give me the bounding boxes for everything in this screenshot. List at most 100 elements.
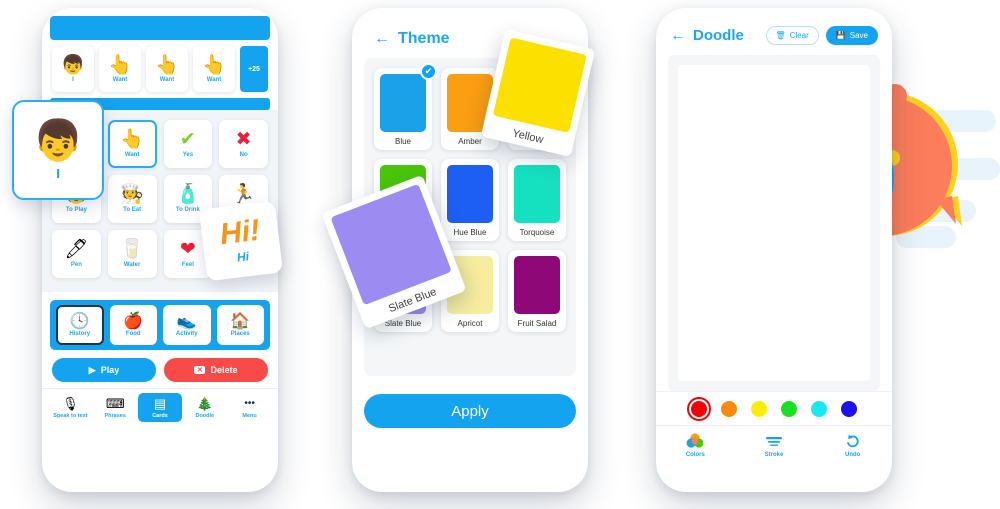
doodle-canvas-area xyxy=(668,55,880,391)
undo-arrow-icon xyxy=(846,434,859,448)
theme-swatch-fruit-salad[interactable]: Fruit Salad xyxy=(508,250,566,332)
floating-avatar-card[interactable]: 👦 I xyxy=(12,100,104,200)
doodle-header: ← Doodle 🗑 Clear 💾 Save xyxy=(656,8,892,55)
clock-history-icon: 🕓 xyxy=(69,313,90,330)
heart-icon: ❤ xyxy=(179,239,196,260)
tab-speak-to-text[interactable]: 🎙 Speak to text xyxy=(48,393,93,422)
theme-swatch-torquoise[interactable]: Torquoise xyxy=(508,159,566,241)
clear-button[interactable]: 🗑 Clear xyxy=(765,26,819,45)
save-button[interactable]: 💾 Save xyxy=(825,26,878,45)
grid-cell-label: To Play xyxy=(65,207,87,213)
stroke-lines-icon xyxy=(766,437,782,446)
color-palette-row xyxy=(656,391,892,425)
grid-cell-no[interactable]: ✖ No xyxy=(219,120,268,168)
color-dot-red[interactable] xyxy=(691,401,707,417)
tool-colors[interactable]: Colors xyxy=(656,433,735,458)
running-person-icon: 🏃 xyxy=(231,184,256,205)
grid-cell-label: Pen xyxy=(70,262,82,268)
tab-label: Cards xyxy=(152,413,168,419)
color-dot-cyan[interactable] xyxy=(811,401,827,417)
drawing-canvas[interactable] xyxy=(678,65,870,381)
clear-label: Clear xyxy=(789,31,809,40)
category-row: 🕓 History 🍎 Food 👟 Activity 🏠 Places xyxy=(50,300,270,350)
check-icon: ✔ xyxy=(420,63,437,80)
color-dot-green[interactable] xyxy=(781,401,797,417)
delete-button[interactable]: ✕ Delete xyxy=(164,358,268,382)
pen-icon: 🖊 xyxy=(64,239,89,260)
sentence-strip[interactable]: 👦 I 👆 Want 👆 Want 👆 Want +25 xyxy=(42,40,278,98)
strip-card-label: Want xyxy=(159,76,175,83)
strip-card[interactable]: 👆 Want xyxy=(193,46,235,92)
eating-person-icon: 🧑‍🍳 xyxy=(120,184,144,205)
hi-small-text: Hi xyxy=(236,249,250,265)
page-title: Doodle xyxy=(693,27,744,44)
tool-stroke[interactable]: Stroke xyxy=(735,433,814,458)
tool-label: Stroke xyxy=(764,452,784,458)
action-row: ▶ Play ✕ Delete xyxy=(42,350,278,388)
tab-menu[interactable]: ••• Menu xyxy=(227,393,272,422)
grid-cell-want[interactable]: 👆 Want xyxy=(107,120,157,168)
bottom-tab-bar: 🎙 Speak to text ⌨ Phrases ▤ Cards 🎄 Dood… xyxy=(42,388,278,430)
cards-icon: ▤ xyxy=(153,396,167,411)
grid-cell-yes[interactable]: ✔ Yes xyxy=(163,120,213,168)
doodle-icon: 🎄 xyxy=(196,396,213,411)
apply-button[interactable]: Apply xyxy=(364,394,576,428)
category-places[interactable]: 🏠 Places xyxy=(216,305,264,345)
grid-cell-label: No xyxy=(239,152,248,158)
tab-cards[interactable]: ▤ Cards xyxy=(137,393,183,422)
grid-cell-label: Want xyxy=(124,152,140,158)
boy-face-icon: 👦 xyxy=(61,54,85,76)
pointing-hand-icon: 👆 xyxy=(108,54,132,76)
cross-mark-icon: ✖ xyxy=(235,129,252,150)
swatch-color xyxy=(447,165,493,223)
house-icon: 🏠 xyxy=(230,313,251,330)
category-food[interactable]: 🍎 Food xyxy=(109,305,157,345)
swatch-color xyxy=(514,165,560,223)
tool-undo[interactable]: Undo xyxy=(813,433,892,458)
floppy-disk-icon: 💾 xyxy=(835,31,846,40)
strip-card-label: Want xyxy=(112,76,128,83)
grid-cell-water[interactable]: 🥛 Water xyxy=(107,230,157,278)
hi-big-text: Hi! xyxy=(218,213,262,252)
swatch-label: Torquoise xyxy=(519,228,555,237)
backspace-icon: ✕ xyxy=(194,366,206,374)
category-activity[interactable]: 👟 Activity xyxy=(163,305,211,345)
color-palette-icon xyxy=(686,433,704,448)
theme-swatch-hue-blue[interactable]: Hue Blue xyxy=(441,159,499,241)
floating-hi-card[interactable]: Hi! Hi xyxy=(198,200,284,282)
back-arrow-icon[interactable]: ← xyxy=(374,31,390,47)
grid-cell-to-eat[interactable]: 🧑‍🍳 To Eat xyxy=(107,175,157,223)
tab-doodle[interactable]: 🎄 Doodle xyxy=(182,393,227,422)
category-label: Places xyxy=(230,331,250,337)
grid-cell-label: Yes xyxy=(182,152,194,158)
menu-dots-icon: ••• xyxy=(244,398,255,409)
microphone-icon: 🎙 xyxy=(62,396,79,411)
pointing-hand-icon: 👆 xyxy=(155,54,179,76)
tab-label: Speak to text xyxy=(53,413,88,419)
color-dot-blue[interactable] xyxy=(841,401,857,417)
strip-card[interactable]: 👦 I xyxy=(52,46,94,92)
sneakers-icon: 👟 xyxy=(176,313,197,330)
grid-cell-pen[interactable]: 🖊 Pen xyxy=(52,230,101,278)
strip-card[interactable]: 👆 Want xyxy=(99,46,141,92)
grid-cell-label: To Drink xyxy=(175,207,200,213)
tab-label: Menu xyxy=(242,413,257,419)
apple-icon: 🍎 xyxy=(123,313,144,330)
back-arrow-icon[interactable]: ← xyxy=(670,27,686,44)
category-history[interactable]: 🕓 History xyxy=(56,305,104,345)
more-cards-badge[interactable]: +25 xyxy=(240,46,268,92)
tab-label: Doodle xyxy=(195,413,215,419)
floating-avatar-label: I xyxy=(56,165,60,181)
tool-label: Undo xyxy=(845,452,861,458)
save-label: Save xyxy=(849,31,868,40)
play-button[interactable]: ▶ Play xyxy=(52,358,156,382)
grid-cell-label: Feel xyxy=(181,262,194,268)
color-dot-yellow[interactable] xyxy=(751,401,767,417)
tab-phrases[interactable]: ⌨ Phrases xyxy=(93,393,138,422)
strip-card[interactable]: 👆 Want xyxy=(146,46,188,92)
swatch-color xyxy=(380,74,426,132)
color-dot-orange[interactable] xyxy=(721,401,737,417)
pointing-hand-icon: 👆 xyxy=(202,54,226,76)
theme-swatch-blue[interactable]: Blue ✔ xyxy=(374,63,437,150)
app-header-bar xyxy=(50,16,270,40)
